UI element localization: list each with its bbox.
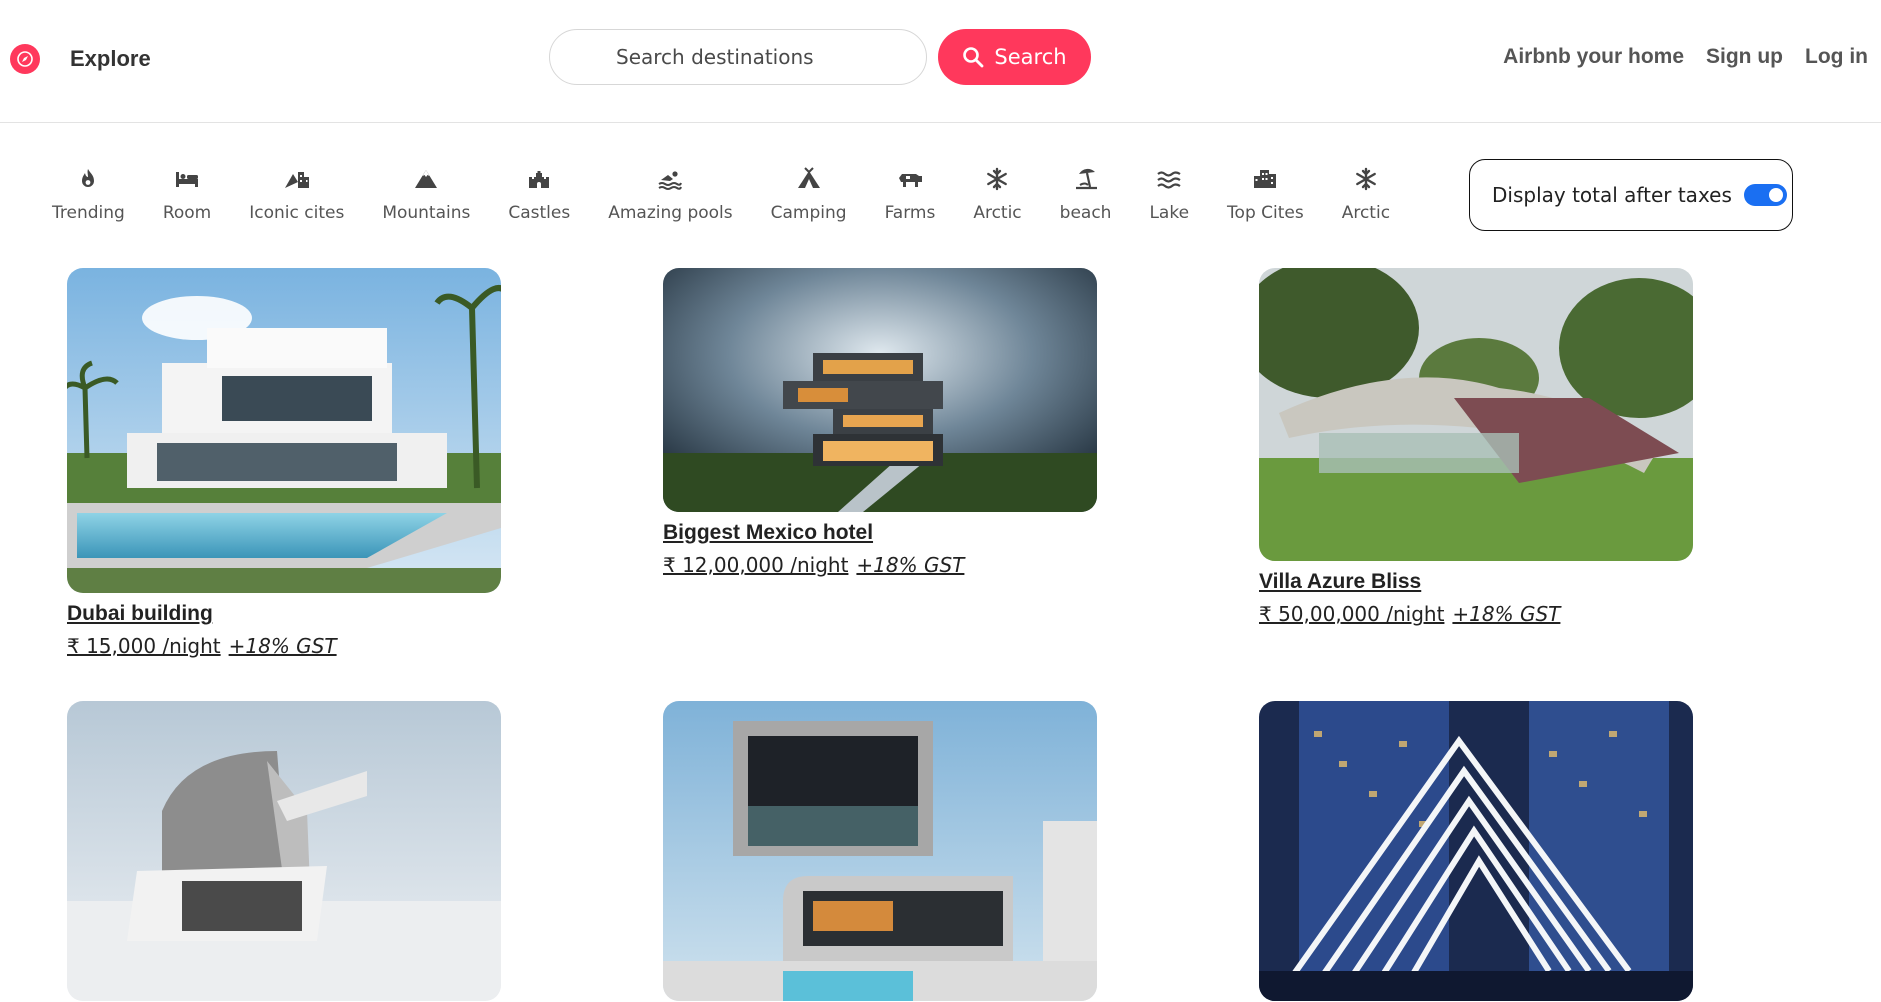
category-amazing-pools[interactable]: Amazing pools — [608, 165, 733, 223]
umbrella-beach-icon — [1071, 165, 1101, 193]
category-label: Trending — [52, 203, 125, 223]
tax-toggle-label: Display total after taxes — [1492, 183, 1732, 207]
listing-image-city-pavilion[interactable] — [1259, 701, 1693, 1001]
mountain-icon — [411, 165, 441, 193]
compass-icon[interactable] — [10, 44, 40, 74]
listing-title[interactable]: Villa Azure Bliss — [1259, 570, 1693, 594]
search-icon — [963, 47, 984, 68]
listing-card[interactable] — [1259, 701, 1693, 1002]
fire-icon — [73, 165, 103, 193]
listing-tax: +18% GST — [1452, 602, 1561, 626]
listing-price-value: ₹ 15,000 /night — [67, 634, 221, 658]
nav-links: Airbnb your home Sign up Log in — [1503, 45, 1868, 69]
category-farms[interactable]: Farms — [884, 165, 936, 223]
category-arctic[interactable]: Arctic — [973, 165, 1022, 223]
listing-tax: +18% GST — [228, 634, 337, 658]
water-icon — [1154, 165, 1184, 193]
category-label: Farms — [884, 203, 936, 223]
campground-icon — [794, 165, 824, 193]
listing-image-biggest-mexico-hotel[interactable] — [663, 268, 1097, 512]
category-filters: Trending Room Iconic cites Mountains Cas… — [52, 165, 1390, 235]
swimmer-icon — [655, 165, 685, 193]
listing-card[interactable]: Villa Azure Bliss ₹ 50,00,000 /night +18%… — [1259, 268, 1693, 626]
castle-icon — [524, 165, 554, 193]
listing-image-cantilever-house[interactable] — [663, 701, 1097, 1001]
listing-price-value: ₹ 12,00,000 /night — [663, 553, 849, 577]
category-room[interactable]: Room — [163, 165, 211, 223]
listing-card[interactable] — [663, 701, 1097, 1002]
listing-price[interactable]: ₹ 12,00,000 /night +18% GST — [663, 553, 1097, 577]
category-arctic-2[interactable]: Arctic — [1342, 165, 1390, 223]
tax-toggle-switch[interactable] — [1743, 184, 1787, 206]
listing-price[interactable]: ₹ 15,000 /night +18% GST — [67, 634, 501, 658]
category-label: Top Cites — [1227, 203, 1304, 223]
category-camping[interactable]: Camping — [771, 165, 847, 223]
search-button[interactable]: Search — [938, 29, 1091, 85]
category-beach[interactable]: beach — [1059, 165, 1112, 223]
bed-icon — [172, 165, 202, 193]
listing-price-value: ₹ 50,00,000 /night — [1259, 602, 1445, 626]
category-label: Room — [162, 203, 212, 223]
category-label: Lake — [1149, 203, 1190, 223]
tax-toggle[interactable]: Display total after taxes — [1469, 159, 1793, 231]
listing-tax: +18% GST — [856, 553, 965, 577]
mountain-city-icon — [282, 165, 312, 193]
log-in-link[interactable]: Log in — [1805, 45, 1868, 69]
snowflake-icon — [982, 165, 1012, 193]
listing-title[interactable]: Dubai building — [67, 602, 501, 626]
listing-card[interactable]: Biggest Mexico hotel ₹ 12,00,000 /night +… — [663, 268, 1097, 577]
explore-link[interactable]: Explore — [70, 46, 151, 72]
listing-card[interactable] — [67, 701, 501, 1002]
category-label: Mountains — [382, 203, 471, 223]
category-label: Amazing pools — [608, 203, 733, 223]
category-label: Arctic — [973, 203, 1022, 223]
cow-icon — [895, 165, 925, 193]
listing-image-stone-house[interactable] — [67, 701, 501, 1001]
category-iconic-cites[interactable]: Iconic cites — [249, 165, 344, 223]
category-mountains[interactable]: Mountains — [382, 165, 470, 223]
snowflake-icon — [1351, 165, 1381, 193]
category-label: Arctic — [1341, 203, 1391, 223]
category-label: Camping — [770, 203, 847, 223]
sign-up-link[interactable]: Sign up — [1706, 45, 1783, 69]
category-lake[interactable]: Lake — [1149, 165, 1189, 223]
airbnb-your-home-link[interactable]: Airbnb your home — [1503, 45, 1684, 69]
listing-price[interactable]: ₹ 50,00,000 /night +18% GST — [1259, 602, 1693, 626]
listing-title[interactable]: Biggest Mexico hotel — [663, 521, 1097, 545]
search-button-label: Search — [994, 45, 1067, 69]
listing-image-villa-azure-bliss[interactable] — [1259, 268, 1693, 561]
category-label: Castles — [508, 203, 571, 223]
category-trending[interactable]: Trending — [52, 165, 125, 223]
category-label: beach — [1059, 203, 1112, 223]
city-icon — [1250, 165, 1280, 193]
category-castles[interactable]: Castles — [508, 165, 570, 223]
navbar: Explore Search Airbnb your home Sign up … — [0, 0, 1881, 123]
listing-image-dubai-building[interactable] — [67, 268, 501, 593]
search-input[interactable] — [549, 29, 927, 85]
listing-card[interactable]: Dubai building ₹ 15,000 /night +18% GST — [67, 268, 501, 658]
category-label: Iconic cites — [249, 203, 345, 223]
category-top-cites[interactable]: Top Cites — [1227, 165, 1304, 223]
